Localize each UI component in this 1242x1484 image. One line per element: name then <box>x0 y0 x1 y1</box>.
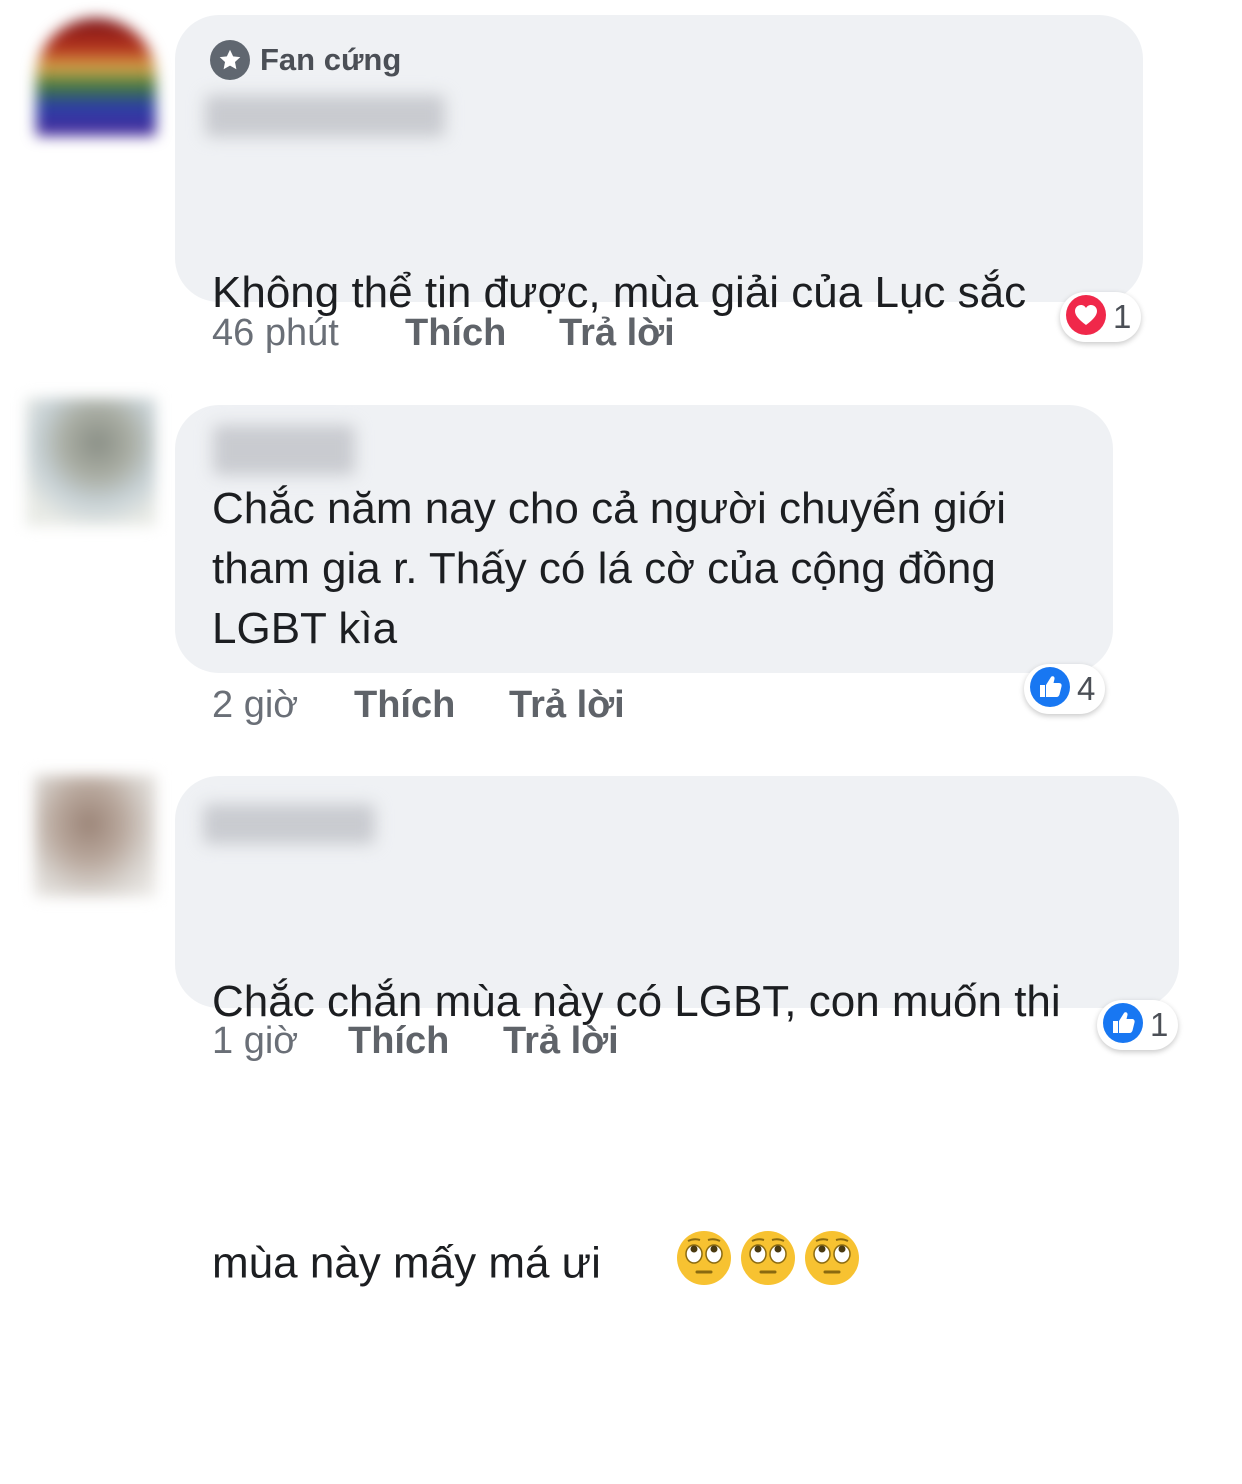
avatar[interactable] <box>36 18 156 136</box>
reaction-summary[interactable]: 4 <box>1024 664 1106 714</box>
star-icon <box>210 40 250 80</box>
thumbs-up-icon <box>1102 1002 1144 1049</box>
eye-roll-emoji <box>601 1168 864 1364</box>
like-button[interactable]: Thích <box>405 312 506 355</box>
fan-badge: Fan cứng <box>210 40 401 80</box>
comment-bubble: Fan cứng Không thể tin được, mùa giải củ… <box>175 15 1143 571</box>
author-name[interactable] <box>205 95 445 137</box>
reaction-count: 4 <box>1077 670 1096 707</box>
reaction-summary[interactable]: 1 <box>1097 1000 1179 1050</box>
comment-bubble: Chắc năm nay cho cả người chuyển giới th… <box>175 405 1113 673</box>
reaction-summary[interactable]: 1 <box>1060 292 1142 342</box>
like-button[interactable]: Thích <box>348 1020 449 1063</box>
reply-button[interactable]: Trả lời <box>559 312 675 355</box>
author-name[interactable] <box>213 425 355 475</box>
comment-text: Chắc năm nay cho cả người chuyển giới th… <box>212 484 1007 653</box>
comment-bubble: Chắc chắn mùa này có LGBT, con muốn thi … <box>175 776 1179 1288</box>
thumbs-up-icon <box>1029 666 1071 713</box>
reaction-count: 1 <box>1150 1006 1169 1043</box>
reply-button[interactable]: Trả lời <box>503 1020 619 1063</box>
heart-icon <box>1065 294 1107 341</box>
comment-time: 1 giờ <box>212 1020 299 1062</box>
reaction-count: 1 <box>1113 298 1132 335</box>
comment-time: 46 phút <box>212 312 339 354</box>
avatar[interactable] <box>34 775 156 897</box>
badge-label: Fan cứng <box>260 42 402 77</box>
comment-text: Chắc chắn mùa này có LGBT, con muốn thi … <box>212 852 1061 1484</box>
avatar[interactable] <box>26 398 156 526</box>
comment-time: 2 giờ <box>212 684 299 726</box>
reply-button[interactable]: Trả lời <box>509 684 625 727</box>
author-name[interactable] <box>203 804 375 844</box>
like-button[interactable]: Thích <box>354 684 455 727</box>
